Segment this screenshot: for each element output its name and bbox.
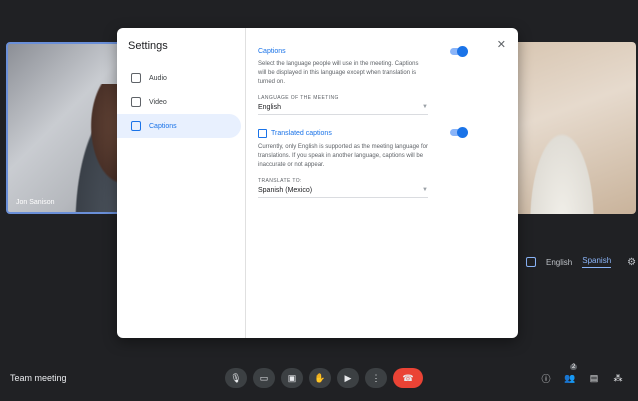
meeting-language-select[interactable]: English ▼ [258,101,428,115]
info-icon: ⓘ [541,373,551,384]
dialog-title: Settings [128,40,168,52]
microphone-icon: 🎙 [230,372,242,383]
settings-sidebar: Settings Audio Video Captions [117,28,246,338]
captions-section: Captions Select the language people will… [258,46,506,115]
chat-button[interactable]: ▤ [588,372,600,384]
microphone-button[interactable]: 🎙 [225,368,247,388]
activities-icon: ⁂ [613,372,623,383]
translated-captions-title: Translated captions [258,129,506,138]
hand-icon: ✋ [314,372,326,383]
translated-captions-section: Translated captions Currently, only Engl… [258,127,506,198]
participant-tile-right[interactable] [512,42,636,214]
captions-description: Select the language people will use in t… [258,61,419,85]
nav-item-label: Video [149,98,167,106]
camera-icon: ▭ [259,372,269,383]
caption-language-spanish[interactable]: Spanish [582,256,612,268]
people-icon: 👥 [564,372,576,383]
translate-icon [258,129,267,138]
translated-captions-toggle[interactable] [450,127,468,138]
people-button[interactable]: 👥 2 [564,364,578,384]
participant-name: Jon Sanison [16,199,55,206]
nav-item-captions[interactable]: Captions [117,114,241,138]
video-camera-icon [131,97,141,107]
participant-count-badge: 2 [570,364,578,370]
caption-language-bar: English Spanish ⚙ [526,256,636,268]
call-controls: 🎙 ▭ ▣ ✋ ▶ ⋮ ☎ [225,368,423,388]
activities-button[interactable]: ⁂ [612,372,624,384]
translated-captions-label: Translated captions [271,130,332,137]
meeting-language-value: English [258,104,281,111]
settings-content: ✕ Captions Select the language people wi… [246,28,518,338]
participant-video [522,112,602,214]
toggle-knob [457,127,468,138]
end-call-button[interactable]: ☎ [393,368,423,388]
nav-item-label: Audio [149,74,167,82]
closed-captions-icon [131,121,141,131]
settings-dialog: Settings Audio Video Captions ✕ Captions… [117,28,518,338]
meeting-title: Team meeting [10,373,67,383]
nav-item-audio[interactable]: Audio [117,66,245,90]
meeting-info-button[interactable]: ⓘ [540,372,552,384]
speaker-icon [131,73,141,83]
nav-item-video[interactable]: Video [117,90,245,114]
chat-icon: ▤ [589,372,599,383]
more-vert-icon: ⋮ [371,372,381,383]
closed-captions-icon: ▣ [287,372,297,383]
camera-button[interactable]: ▭ [253,368,275,388]
dropdown-arrow-icon: ▼ [422,187,428,193]
translate-to-value: Spanish (Mexico) [258,187,313,194]
captions-toggle[interactable] [450,46,468,57]
present-button[interactable]: ▶ [337,368,359,388]
more-options-button[interactable]: ⋮ [365,368,387,388]
raise-hand-button[interactable]: ✋ [309,368,331,388]
present-icon: ▶ [344,372,352,383]
translate-to-select[interactable]: Spanish (Mexico) ▼ [258,184,428,198]
captions-button[interactable]: ▣ [281,368,303,388]
caption-settings-gear-icon[interactable]: ⚙ [627,257,636,268]
captions-title: Captions [258,48,286,55]
dropdown-arrow-icon: ▼ [422,104,428,110]
side-panel-controls: ⓘ 👥 2 ▤ ⁂ [540,364,624,384]
translate-icon [526,257,536,267]
nav-item-label: Captions [149,122,177,130]
translated-captions-description: Currently, only English is supported as … [258,144,428,168]
toggle-knob [457,46,468,57]
phone-hangup-icon: ☎ [402,372,414,383]
caption-language-english[interactable]: English [546,258,572,267]
